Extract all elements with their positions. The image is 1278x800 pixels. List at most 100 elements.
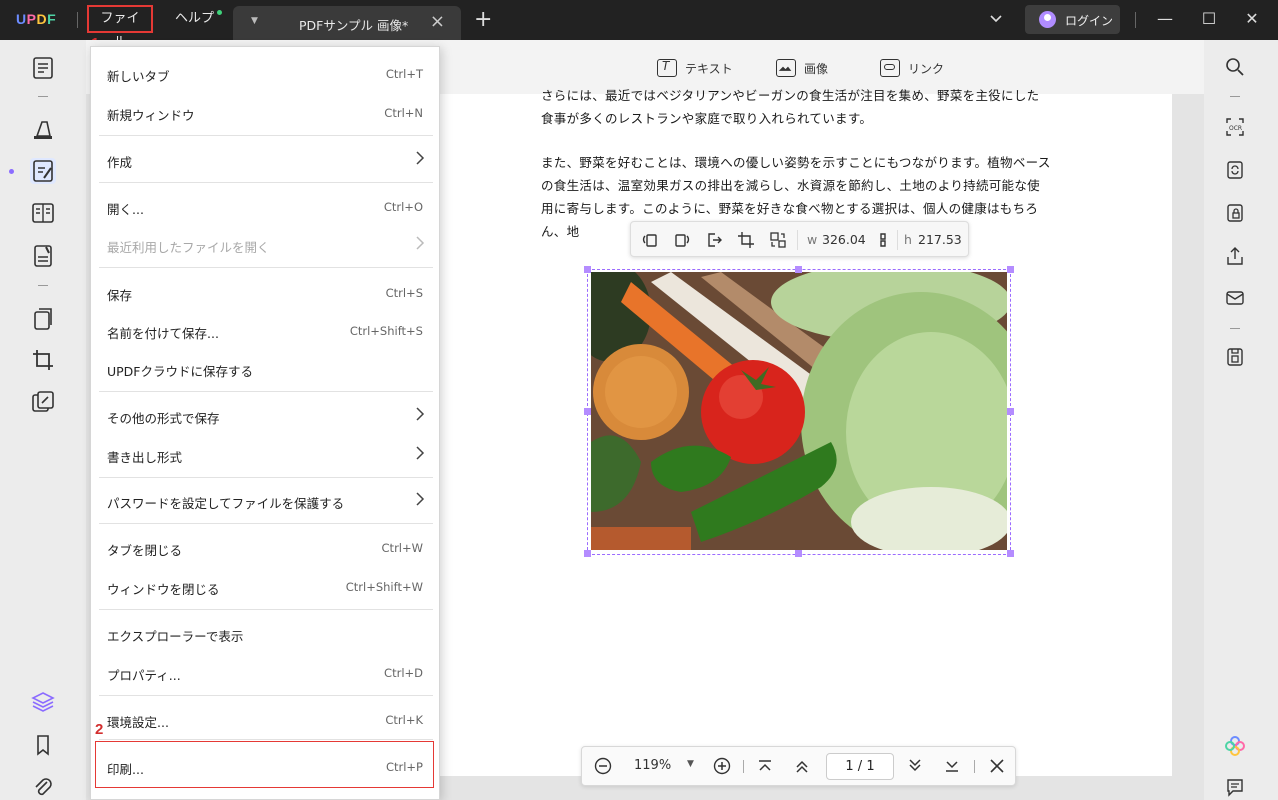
protect-icon[interactable] — [1225, 203, 1245, 223]
menu-item-create[interactable]: 作成 — [91, 141, 439, 179]
chevron-right-icon — [416, 407, 425, 421]
menu-item-open-recent[interactable]: 最近利用したファイルを開く — [91, 226, 439, 264]
active-indicator — [9, 169, 14, 174]
width-input[interactable]: 326.04 — [822, 232, 866, 247]
close-toolbar-icon[interactable] — [988, 757, 1006, 775]
title-divider — [77, 12, 78, 28]
watermark-icon[interactable] — [30, 389, 56, 415]
form-icon[interactable] — [30, 243, 56, 269]
resize-handle[interactable] — [584, 266, 591, 273]
resize-handle[interactable] — [584, 550, 591, 557]
zoom-level[interactable]: 119% — [634, 758, 671, 773]
layers-icon[interactable] — [30, 689, 56, 715]
menu-divider — [99, 477, 433, 478]
menu-item-save-to-cloud[interactable]: UPDFクラウドに保存する — [91, 350, 439, 388]
height-input[interactable]: 217.53 — [918, 232, 962, 247]
resize-handle[interactable] — [1007, 266, 1014, 273]
menu-item-close-tab[interactable]: タブを閉じる Ctrl+W — [91, 529, 439, 567]
document-tab[interactable]: ▼ PDFサンプル 画像* × — [233, 6, 461, 40]
menu-item-save-as[interactable]: 名前を付けて保存... Ctrl+Shift+S — [91, 312, 439, 350]
resize-handle[interactable] — [795, 266, 802, 273]
comment-icon[interactable] — [30, 116, 56, 142]
search-icon[interactable] — [1225, 57, 1245, 77]
image-selection-box[interactable] — [587, 269, 1011, 555]
zoom-out-icon[interactable] — [594, 757, 612, 775]
replace-image-icon[interactable] — [769, 231, 787, 249]
last-page-icon[interactable] — [943, 757, 961, 775]
menu-item-label: ウィンドウを閉じる — [107, 582, 220, 597]
zoom-dropdown-icon[interactable]: ▼ — [687, 759, 694, 769]
share-icon[interactable] — [1225, 246, 1245, 266]
chevron-down-icon[interactable] — [988, 10, 1004, 26]
resize-handle[interactable] — [1007, 408, 1014, 415]
attachment-icon[interactable] — [30, 774, 56, 800]
menu-help[interactable]: ヘルプ — [165, 5, 224, 33]
update-dot — [217, 10, 223, 15]
tab-close-icon[interactable]: × — [430, 11, 445, 32]
bookmark-icon[interactable] — [30, 732, 56, 758]
previous-page-icon[interactable] — [793, 757, 811, 775]
add-image-tool[interactable]: 画像 — [776, 59, 828, 77]
toolbar-divider — [797, 230, 798, 250]
window-close-icon[interactable]: ✕ — [1241, 8, 1263, 30]
resize-handle[interactable] — [1007, 550, 1014, 557]
menu-item-close-window[interactable]: ウィンドウを閉じる Ctrl+Shift+W — [91, 568, 439, 606]
menu-shortcut: Ctrl+Shift+S — [349, 324, 423, 338]
image-edit-toolbar: w 326.04 h 217.53 — [630, 221, 969, 257]
reader-icon[interactable] — [30, 55, 56, 81]
organize-pages-icon[interactable] — [30, 306, 56, 332]
menu-item-save[interactable]: 保存 Ctrl+S — [91, 274, 439, 312]
convert-icon[interactable] — [1225, 160, 1245, 180]
ocr-icon[interactable]: OCR — [1225, 117, 1245, 137]
menu-divider — [99, 391, 433, 392]
right-divider — [1230, 328, 1240, 329]
tab-dropdown-icon[interactable]: ▼ — [251, 16, 258, 26]
menu-item-show-in-explorer[interactable]: エクスプローラーで表示 — [91, 615, 439, 653]
zoom-divider — [974, 760, 975, 773]
menu-item-new-tab[interactable]: 新しいタブ Ctrl+T — [91, 55, 439, 93]
maximize-icon[interactable]: ☐ — [1198, 8, 1220, 30]
title-divider — [1135, 12, 1136, 28]
menu-item-label: 名前を付けて保存... — [107, 326, 219, 341]
menu-item-open[interactable]: 開く... Ctrl+O — [91, 188, 439, 226]
save-icon[interactable] — [1225, 347, 1245, 367]
menu-shortcut: Ctrl+Shift+W — [345, 580, 423, 594]
menu-item-preferences[interactable]: 環境設定... Ctrl+K — [91, 701, 439, 739]
zoom-in-icon[interactable] — [713, 757, 731, 775]
add-text-tool[interactable]: T テキスト — [657, 59, 733, 77]
page-number-input[interactable]: 1 / 1 — [826, 753, 894, 780]
add-link-tool[interactable]: リンク — [880, 59, 944, 77]
crop-icon[interactable] — [737, 231, 755, 249]
menu-item-properties[interactable]: プロパティ... Ctrl+D — [91, 654, 439, 692]
resize-handle[interactable] — [795, 550, 802, 557]
first-page-icon[interactable] — [756, 757, 774, 775]
page-layout-icon[interactable] — [30, 200, 56, 226]
new-tab-icon[interactable]: + — [474, 7, 492, 32]
menu-item-new-window[interactable]: 新規ウィンドウ Ctrl+N — [91, 94, 439, 132]
rotate-left-icon[interactable] — [641, 231, 659, 249]
menu-divider — [99, 182, 433, 183]
zoom-toolbar: 119% ▼ 1 / 1 — [581, 746, 1016, 786]
login-button[interactable]: ログイン — [1025, 5, 1120, 34]
next-page-icon[interactable] — [906, 757, 924, 775]
menu-item-export[interactable]: 書き出し形式 — [91, 436, 439, 474]
crop-page-icon[interactable] — [30, 347, 56, 373]
login-label: ログイン — [1065, 14, 1114, 28]
menu-shortcut: Ctrl+O — [383, 200, 423, 214]
comment-list-icon[interactable] — [1225, 777, 1245, 797]
lock-ratio-icon[interactable] — [874, 231, 892, 249]
minimize-icon[interactable]: — — [1154, 8, 1176, 30]
extract-image-icon[interactable] — [705, 231, 723, 249]
width-label: w — [807, 232, 818, 247]
step-marker-2: 2 — [95, 721, 104, 738]
email-icon[interactable] — [1225, 288, 1245, 308]
ai-assistant-icon[interactable] — [1225, 736, 1245, 756]
resize-handle[interactable] — [584, 408, 591, 415]
print-highlight-box — [95, 741, 434, 788]
rotate-right-icon[interactable] — [673, 231, 691, 249]
menu-file[interactable]: ファイル — [87, 5, 153, 50]
menu-item-save-other-format[interactable]: その他の形式で保存 — [91, 397, 439, 435]
body-paragraph-1[interactable]: さらには、最近ではベジタリアンやビーガンの食生活が注目を集め、野菜を主役にした食… — [541, 84, 1051, 134]
menu-item-password-protect[interactable]: パスワードを設定してファイルを保護する — [91, 482, 439, 520]
edit-pdf-icon[interactable] — [30, 158, 56, 184]
